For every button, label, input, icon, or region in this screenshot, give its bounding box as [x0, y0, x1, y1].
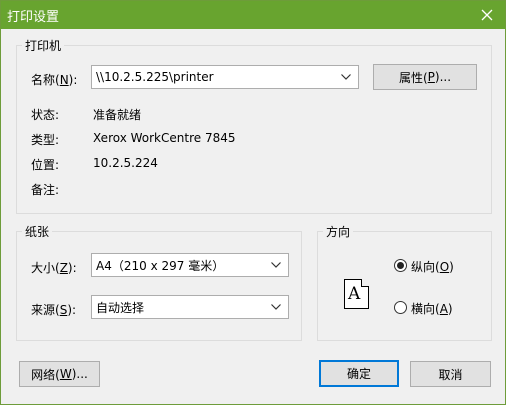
comment-label: 备注:: [31, 183, 60, 197]
paper-source-value: 自动选择: [96, 300, 145, 315]
landscape-radio[interactable]: [394, 301, 407, 314]
portrait-radio[interactable]: [394, 259, 407, 272]
paper-group: [16, 231, 302, 341]
close-icon: [481, 9, 493, 21]
chevron-down-icon: [264, 296, 288, 318]
printer-name-value: \\10.2.5.225\printer: [96, 70, 214, 84]
paper-size-value: A4（210 x 297 毫米）: [96, 258, 225, 273]
landscape-label[interactable]: 横向(A): [411, 300, 453, 317]
paper-size-label: 大小(Z):: [31, 261, 77, 275]
status-label: 状态:: [31, 108, 60, 122]
cancel-button[interactable]: 取消: [410, 361, 491, 387]
type-value: Xerox WorkCentre 7845: [93, 131, 236, 145]
page-letter: A: [348, 284, 361, 304]
title-bar: 打印设置: [1, 1, 505, 29]
page-orientation-icon: A: [344, 279, 369, 309]
print-setup-dialog: 打印设置 打印机 名称(N): \\10.2.5.225\printer 属性(…: [0, 0, 506, 405]
printer-name-select[interactable]: \\10.2.5.225\printer: [91, 65, 359, 89]
paper-group-label: 纸张: [22, 223, 53, 240]
paper-size-select[interactable]: A4（210 x 297 毫米）: [91, 253, 289, 277]
close-button[interactable]: [469, 1, 505, 29]
printer-name-label: 名称(N):: [31, 73, 78, 87]
printer-group-label: 打印机: [22, 37, 65, 54]
ok-button[interactable]: 确定: [319, 360, 399, 387]
where-value: 10.2.5.224: [93, 156, 158, 170]
orientation-group-label: 方向: [323, 223, 354, 240]
status-value: 准备就绪: [93, 108, 142, 122]
chevron-down-icon: [334, 66, 358, 88]
paper-source-select[interactable]: 自动选择: [91, 295, 289, 319]
properties-button[interactable]: 属性(P)...: [373, 64, 477, 90]
chevron-down-icon: [264, 254, 288, 276]
window-title: 打印设置: [7, 10, 60, 25]
portrait-label[interactable]: 纵向(O): [411, 258, 454, 275]
type-label: 类型:: [31, 133, 60, 147]
paper-source-label: 来源(S):: [31, 303, 77, 317]
network-button[interactable]: 网络(W)...: [19, 361, 100, 387]
where-label: 位置:: [31, 158, 60, 172]
